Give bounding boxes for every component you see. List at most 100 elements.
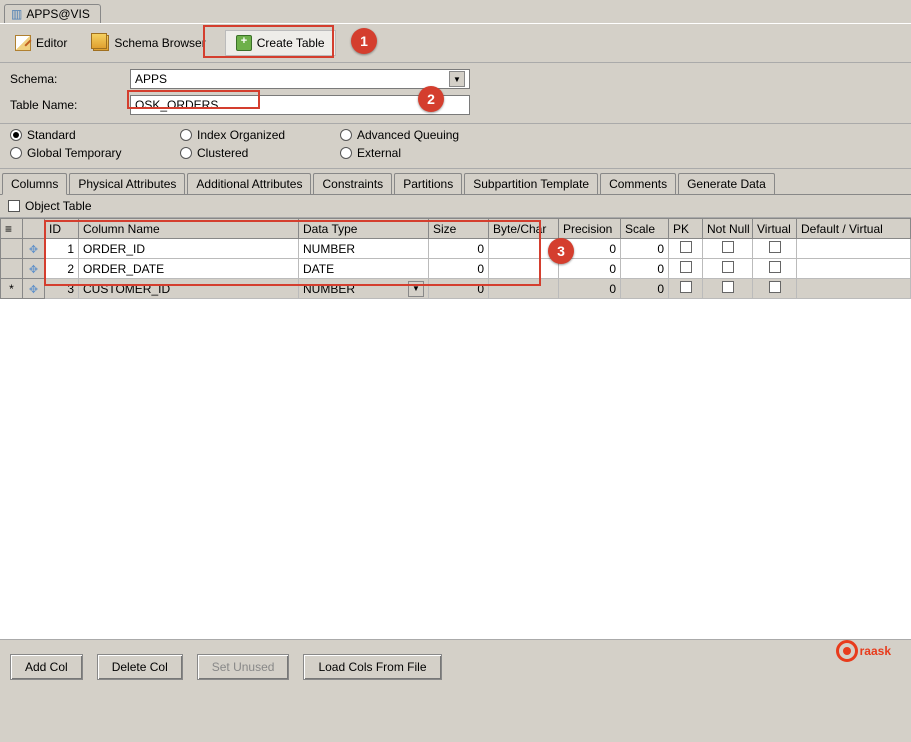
editor-button[interactable]: Editor <box>8 31 74 55</box>
tab-subpartition-template[interactable]: Subpartition Template <box>464 173 598 194</box>
tablename-label: Table Name: <box>10 98 130 112</box>
cell-datatype[interactable]: NUMBER <box>299 239 429 259</box>
cell-default[interactable] <box>797 259 911 279</box>
cell-scale[interactable]: 0 <box>621 279 669 299</box>
object-table-label: Object Table <box>25 199 92 213</box>
cell-pk[interactable] <box>669 259 703 279</box>
radio-dot-icon <box>10 129 22 141</box>
cell-datatype[interactable]: NUMBER▼ <box>299 279 429 299</box>
grid-header-pk[interactable]: PK <box>669 219 703 239</box>
checkbox-icon <box>680 261 692 273</box>
load-cols-button[interactable]: Load Cols From File <box>303 654 441 680</box>
radio-external-label: External <box>357 146 401 160</box>
tab-physical-attributes[interactable]: Physical Attributes <box>69 173 185 194</box>
schema-label: Schema: <box>10 72 130 86</box>
create-table-button[interactable]: Create Table <box>225 30 336 56</box>
drag-icon: ✥ <box>29 264 38 276</box>
cell-notnull[interactable] <box>703 279 753 299</box>
cell-pk[interactable] <box>669 279 703 299</box>
bottom-bar: Add Col Delete Col Set Unused Load Cols … <box>0 639 911 694</box>
editor-label: Editor <box>36 36 67 50</box>
grid-header-datatype[interactable]: Data Type <box>299 219 429 239</box>
row-drag-handle[interactable]: ✥ <box>23 259 45 279</box>
radio-standard[interactable]: Standard <box>10 128 170 142</box>
object-table-checkbox[interactable] <box>8 200 20 212</box>
checkbox-icon <box>769 281 781 293</box>
tab-comments[interactable]: Comments <box>600 173 676 194</box>
cell-virtual[interactable] <box>753 279 797 299</box>
add-col-button[interactable]: Add Col <box>10 654 83 680</box>
datatype-dropdown-button[interactable]: ▼ <box>408 281 424 297</box>
radio-global-temp[interactable]: Global Temporary <box>10 146 170 160</box>
connection-tab[interactable]: ▥ APPS@VIS <box>4 4 101 23</box>
table-row[interactable]: ✥ 1 ORDER_ID NUMBER 0 0 0 <box>1 239 911 259</box>
tab-columns[interactable]: Columns <box>2 173 67 195</box>
cell-notnull[interactable] <box>703 259 753 279</box>
schema-select[interactable]: APPS ▼ <box>130 69 470 89</box>
cell-precision[interactable]: 0 <box>559 279 621 299</box>
tab-additional-attributes[interactable]: Additional Attributes <box>187 173 311 194</box>
grid-header-default[interactable]: Default / Virtual <box>797 219 911 239</box>
create-table-label: Create Table <box>257 36 325 50</box>
grid-header-colname[interactable]: Column Name <box>79 219 299 239</box>
form-area: Schema: APPS ▼ Table Name: OSK_ORDERS <box>0 63 911 124</box>
tab-constraints[interactable]: Constraints <box>313 173 392 194</box>
cell-scale[interactable]: 0 <box>621 239 669 259</box>
toolbar: Editor Schema Browser Create Table <box>0 23 911 63</box>
radio-global-temp-label: Global Temporary <box>27 146 122 160</box>
radio-dot-icon <box>180 129 192 141</box>
table-row[interactable]: * ✥ 3 CUSTOMER_ID NUMBER▼ 0 0 0 <box>1 279 911 299</box>
cell-colname[interactable]: ORDER_ID <box>79 239 299 259</box>
radio-external[interactable]: External <box>340 146 520 160</box>
grid-header-notnull[interactable]: Not Null <box>703 219 753 239</box>
radio-clustered-label: Clustered <box>197 146 248 160</box>
subtabs: Columns Physical Attributes Additional A… <box>0 169 911 195</box>
checkbox-icon <box>769 261 781 273</box>
grid-header-precision[interactable]: Precision <box>559 219 621 239</box>
checkbox-icon <box>722 241 734 253</box>
radio-index-organized[interactable]: Index Organized <box>180 128 330 142</box>
cell-datatype[interactable]: DATE <box>299 259 429 279</box>
grid-header-scale[interactable]: Scale <box>621 219 669 239</box>
tab-generate-data[interactable]: Generate Data <box>678 173 775 194</box>
delete-col-button[interactable]: Delete Col <box>97 654 183 680</box>
cell-virtual[interactable] <box>753 239 797 259</box>
schema-dropdown-button[interactable]: ▼ <box>449 71 465 87</box>
grid-header-bytechar[interactable]: Byte/Char <box>489 219 559 239</box>
cell-id[interactable]: 3 <box>45 279 79 299</box>
tab-partitions[interactable]: Partitions <box>394 173 462 194</box>
set-unused-button: Set Unused <box>197 654 290 680</box>
cell-size[interactable]: 0 <box>429 279 489 299</box>
grid-header-virtual[interactable]: Virtual <box>753 219 797 239</box>
row-drag-handle[interactable]: ✥ <box>23 279 45 299</box>
row-drag-handle[interactable]: ✥ <box>23 239 45 259</box>
checkbox-icon <box>680 281 692 293</box>
cell-scale[interactable]: 0 <box>621 259 669 279</box>
connection-tab-label: APPS@VIS <box>26 7 90 21</box>
cell-size[interactable]: 0 <box>429 239 489 259</box>
annotation-badge-1: 1 <box>351 28 377 54</box>
cell-bytechar[interactable] <box>489 259 559 279</box>
cell-notnull[interactable] <box>703 239 753 259</box>
table-row[interactable]: ✥ 2 ORDER_DATE DATE 0 0 0 <box>1 259 911 279</box>
radio-clustered[interactable]: Clustered <box>180 146 330 160</box>
brand-logo: raask <box>836 640 891 662</box>
schema-browser-button[interactable]: Schema Browser <box>86 31 212 55</box>
cell-default[interactable] <box>797 239 911 259</box>
radio-advanced-queuing[interactable]: Advanced Queuing <box>340 128 520 142</box>
grid-header-id[interactable]: ID <box>45 219 79 239</box>
cell-id[interactable]: 1 <box>45 239 79 259</box>
cell-colname[interactable]: ORDER_DATE <box>79 259 299 279</box>
cell-id[interactable]: 2 <box>45 259 79 279</box>
grid-header-size[interactable]: Size <box>429 219 489 239</box>
checkbox-icon <box>722 261 734 273</box>
cell-colname[interactable]: CUSTOMER_ID <box>79 279 299 299</box>
cell-default[interactable] <box>797 279 911 299</box>
cell-size[interactable]: 0 <box>429 259 489 279</box>
drag-icon: ✥ <box>29 284 38 296</box>
grid-header-row: ≡ ID Column Name Data Type Size Byte/Cha… <box>1 219 911 239</box>
cell-pk[interactable] <box>669 239 703 259</box>
annotation-badge-3: 3 <box>548 238 574 264</box>
cell-virtual[interactable] <box>753 259 797 279</box>
cell-bytechar[interactable] <box>489 279 559 299</box>
